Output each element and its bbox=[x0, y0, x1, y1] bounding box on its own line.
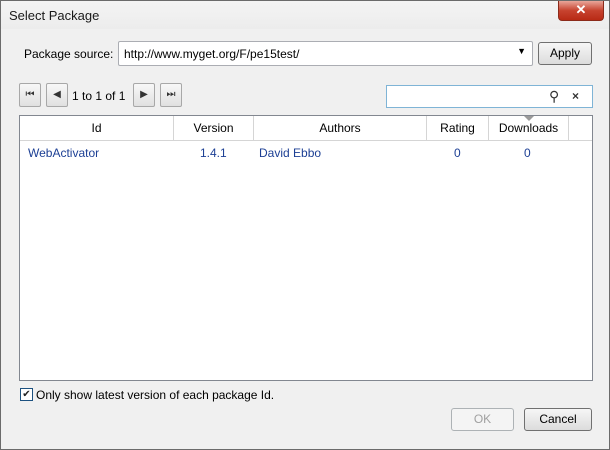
last-page-button[interactable]: ⏭ bbox=[160, 83, 182, 107]
select-package-dialog: Select Package ✕ Package source: http://… bbox=[0, 0, 610, 450]
cell-version: 1.4.1 bbox=[200, 146, 227, 160]
package-source-label: Package source: bbox=[24, 47, 114, 61]
column-header-authors[interactable]: Authors bbox=[254, 116, 427, 141]
check-icon: ✔ bbox=[22, 389, 31, 400]
next-page-button[interactable]: ▶ bbox=[133, 83, 155, 107]
cell-authors: David Ebbo bbox=[259, 146, 322, 160]
dialog-body: Package source: http://www.myget.org/F/p… bbox=[8, 30, 603, 443]
ok-button[interactable]: OK bbox=[451, 408, 514, 431]
search-input[interactable]: ⚲ × bbox=[386, 85, 593, 108]
cell-downloads: 0 bbox=[524, 146, 531, 160]
cancel-button[interactable]: Cancel bbox=[524, 408, 592, 431]
chevron-down-icon[interactable]: ▼ bbox=[517, 46, 526, 56]
next-page-icon: ▶ bbox=[140, 89, 148, 100]
table-row[interactable]: WebActivator 1.4.1 David Ebbo 0 0 bbox=[20, 143, 592, 163]
cell-rating: 0 bbox=[454, 146, 461, 160]
title-bar: Select Package ✕ bbox=[1, 1, 609, 29]
package-source-dropdown[interactable]: http://www.myget.org/F/pe15test/ ▼ bbox=[118, 41, 533, 66]
column-header-rating[interactable]: Rating bbox=[427, 116, 489, 141]
latest-version-checkbox[interactable]: ✔ bbox=[20, 388, 33, 401]
search-icon[interactable]: ⚲ bbox=[549, 88, 559, 105]
first-page-button[interactable]: ⏮ bbox=[19, 83, 41, 107]
sort-descending-icon bbox=[524, 116, 534, 121]
close-button[interactable]: ✕ bbox=[558, 1, 604, 21]
previous-page-button[interactable]: ◀ bbox=[46, 83, 68, 107]
first-page-icon: ⏮ bbox=[25, 89, 35, 100]
last-page-icon: ⏭ bbox=[166, 89, 176, 100]
window-title: Select Package bbox=[9, 8, 100, 23]
pager-status: 1 to 1 of 1 bbox=[72, 89, 126, 103]
latest-version-label[interactable]: Only show latest version of each package… bbox=[36, 388, 274, 402]
previous-page-icon: ◀ bbox=[53, 89, 61, 100]
cell-id: WebActivator bbox=[28, 146, 100, 160]
package-grid: Id Version Authors Rating Downloads WebA… bbox=[19, 115, 593, 381]
close-icon: ✕ bbox=[575, 2, 587, 17]
grid-header: Id Version Authors Rating Downloads bbox=[20, 116, 592, 141]
column-header-id[interactable]: Id bbox=[20, 116, 174, 141]
package-source-value: http://www.myget.org/F/pe15test/ bbox=[124, 47, 300, 61]
apply-button[interactable]: Apply bbox=[538, 42, 592, 65]
column-header-version[interactable]: Version bbox=[174, 116, 254, 141]
clear-search-icon[interactable]: × bbox=[572, 89, 579, 103]
